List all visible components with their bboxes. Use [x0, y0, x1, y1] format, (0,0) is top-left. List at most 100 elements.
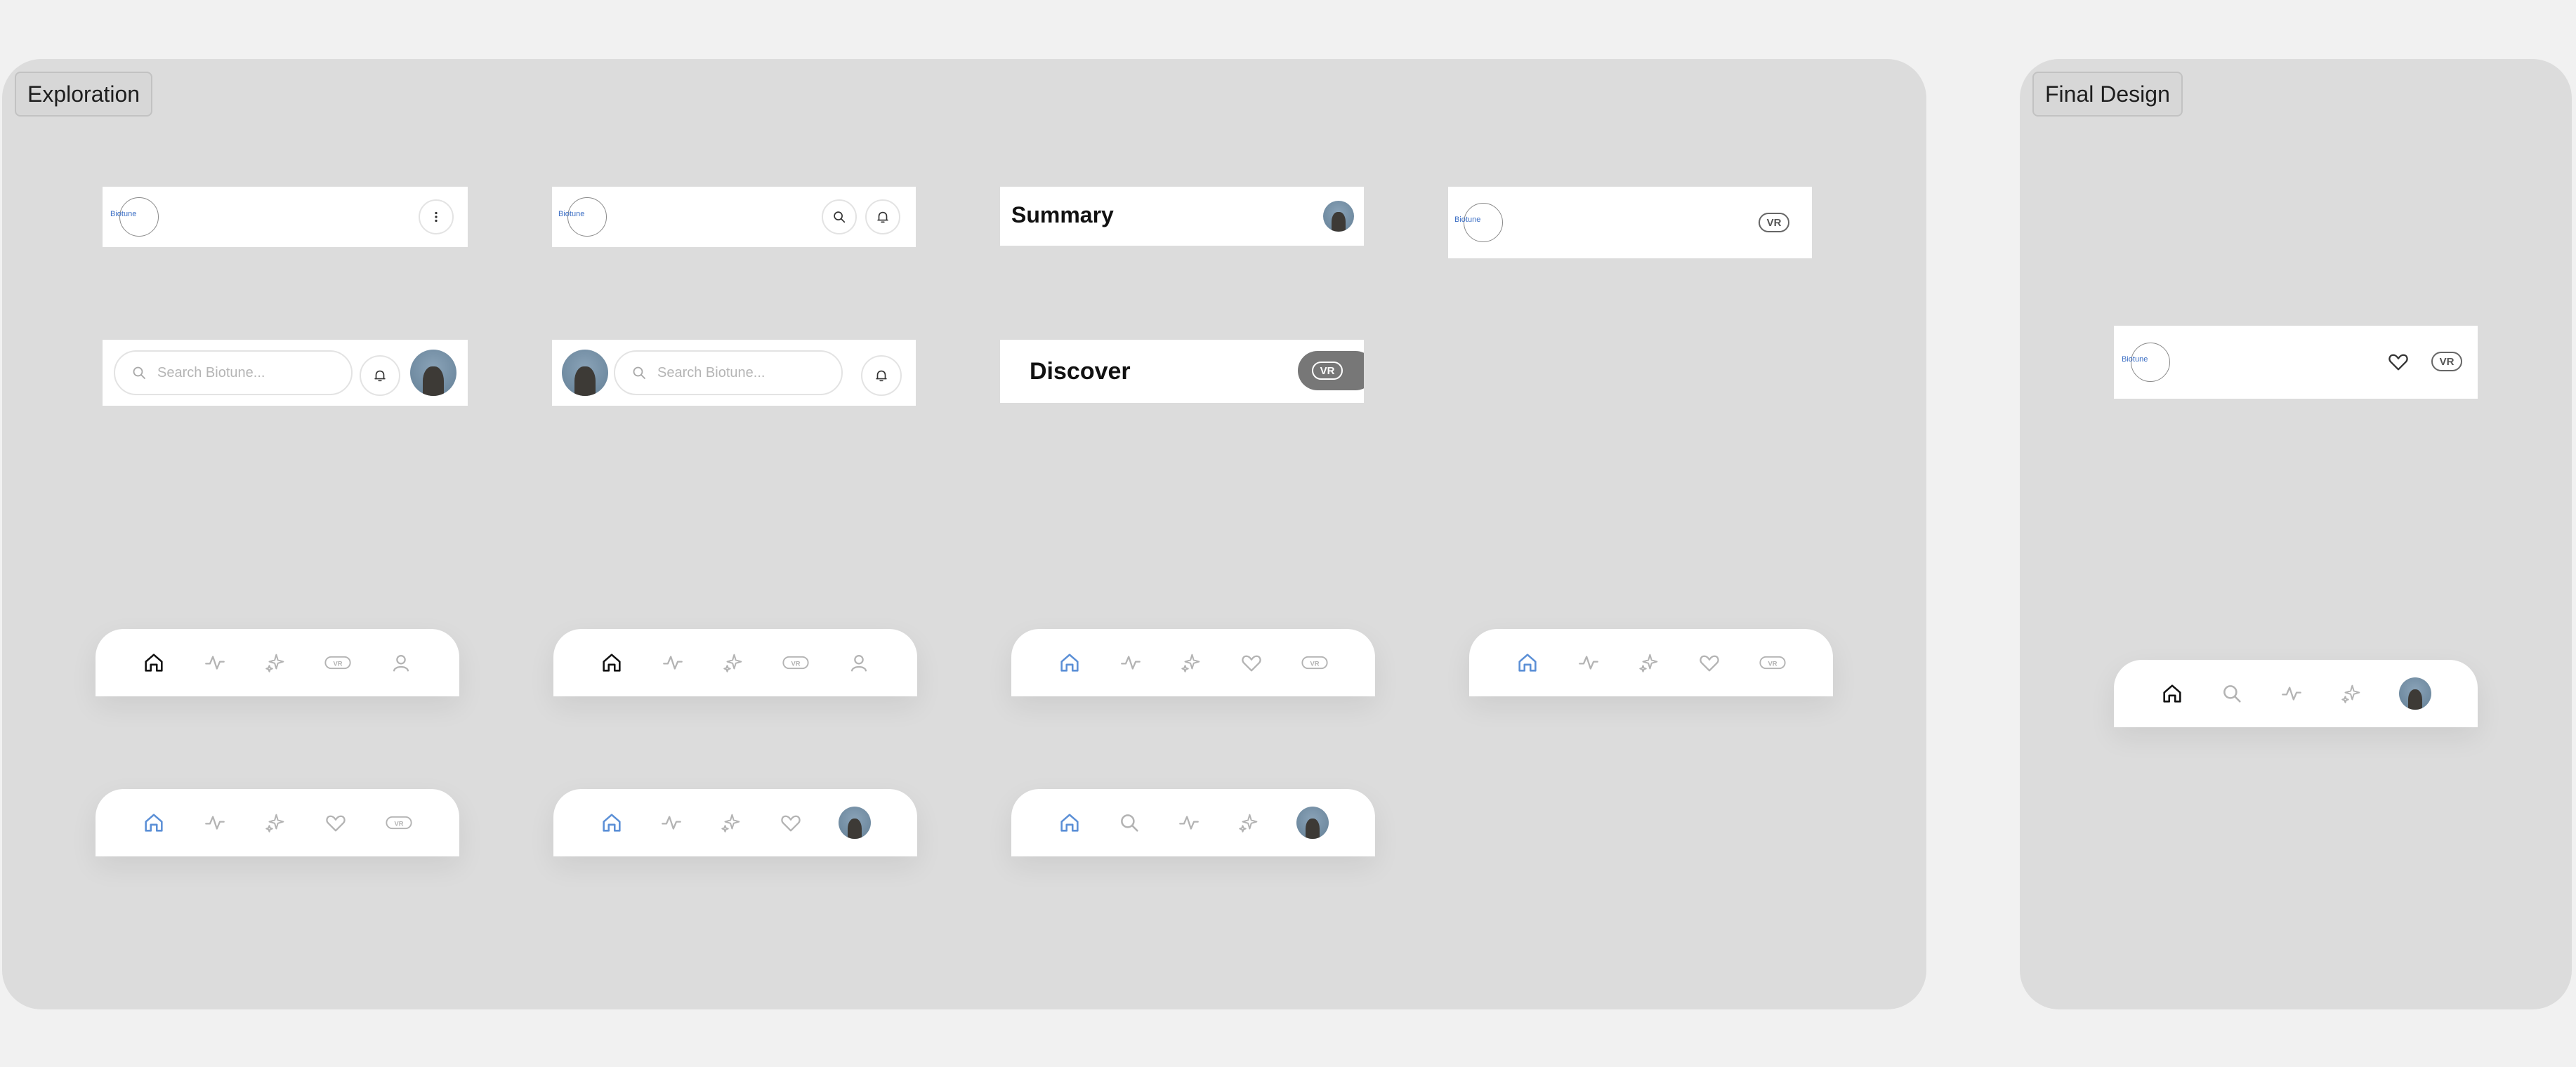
heart-icon	[779, 811, 803, 835]
nav-item-home[interactable]	[142, 811, 166, 835]
bottom-nav-variant-2	[553, 629, 917, 696]
nav-item-activity[interactable]	[1177, 811, 1201, 835]
vr-badge[interactable]: VR	[1759, 213, 1789, 232]
activity-icon	[1177, 811, 1201, 835]
search-icon	[131, 364, 147, 381]
nav-item-home[interactable]	[2160, 682, 2184, 705]
header-variant-logo-more: Biotune	[103, 187, 468, 247]
nav-item-activity[interactable]	[2280, 682, 2304, 705]
avatar[interactable]	[1323, 201, 1354, 232]
nav-item-profile[interactable]	[1296, 807, 1329, 839]
nav-item-favorites[interactable]	[1697, 651, 1721, 675]
nav-item-sparkle[interactable]	[1179, 651, 1203, 675]
search-input[interactable]	[156, 364, 299, 382]
nav-item-sparkle[interactable]	[263, 651, 287, 675]
bell-icon	[875, 209, 891, 225]
sparkle-icon	[719, 811, 743, 835]
favorites-button[interactable]	[2386, 350, 2410, 373]
search-icon	[832, 209, 847, 225]
logo-text: Biotune	[110, 210, 137, 218]
activity-icon	[1577, 651, 1601, 675]
nav-item-home[interactable]	[1058, 811, 1082, 835]
nav-item-home[interactable]	[1516, 651, 1539, 675]
nav-item-vr[interactable]	[782, 651, 810, 675]
vr-badge[interactable]: VR	[2431, 352, 2462, 371]
nav-item-favorites[interactable]	[779, 811, 803, 835]
nav-item-sparkle[interactable]	[719, 811, 743, 835]
bottom-nav-variant-1	[96, 629, 459, 696]
logo-text: Biotune	[2122, 355, 2148, 364]
nav-item-sparkle[interactable]	[1237, 811, 1261, 835]
bell-icon	[372, 368, 388, 383]
heart-icon	[324, 811, 348, 835]
nav-item-home[interactable]	[1058, 651, 1082, 675]
logo-text: Biotune	[558, 210, 585, 218]
nav-item-search[interactable]	[2220, 682, 2244, 705]
section-label-final-design: Final Design	[2032, 72, 2183, 117]
sparkle-icon	[263, 811, 287, 835]
sparkle-icon	[1237, 811, 1261, 835]
nav-item-home[interactable]	[600, 811, 624, 835]
nav-item-sparkle[interactable]	[263, 811, 287, 835]
notifications-button[interactable]	[865, 199, 900, 234]
profile-icon	[847, 651, 871, 675]
bell-icon	[874, 368, 889, 383]
nav-item-vr[interactable]	[1759, 651, 1787, 675]
nav-item-search[interactable]	[1117, 811, 1141, 835]
nav-item-activity[interactable]	[1577, 651, 1601, 675]
avatar[interactable]	[562, 350, 608, 396]
nav-item-activity[interactable]	[203, 811, 227, 835]
nav-item-sparkle[interactable]	[2339, 682, 2363, 705]
nav-item-profile[interactable]	[839, 807, 872, 839]
vr-icon	[385, 811, 413, 835]
activity-icon	[661, 651, 685, 675]
search-field[interactable]	[614, 350, 843, 395]
search-button[interactable]	[822, 199, 857, 234]
notifications-button[interactable]	[360, 355, 400, 396]
nav-item-sparkle[interactable]	[1637, 651, 1661, 675]
nav-item-vr[interactable]	[324, 651, 352, 675]
avatar[interactable]	[410, 350, 456, 396]
sparkle-icon	[721, 651, 745, 675]
nav-item-home[interactable]	[600, 651, 624, 675]
nav-item-sparkle[interactable]	[721, 651, 745, 675]
search-icon	[2220, 682, 2244, 705]
notifications-button[interactable]	[861, 355, 902, 396]
bottom-nav-variant-5	[96, 789, 459, 856]
final-bottom-nav	[2114, 660, 2478, 727]
nav-item-profile[interactable]	[2399, 677, 2432, 710]
vr-icon	[1759, 651, 1787, 675]
activity-icon	[203, 811, 227, 835]
search-input[interactable]	[656, 364, 799, 382]
profile-icon	[389, 651, 413, 675]
nav-item-profile[interactable]	[389, 651, 413, 675]
vr-pill-button[interactable]: VR	[1298, 351, 1364, 390]
header-variant-search-bell-avatar	[103, 340, 468, 406]
sparkle-icon	[263, 651, 287, 675]
biotune-logo[interactable]: Biotune	[558, 197, 607, 237]
nav-item-vr[interactable]	[1301, 651, 1329, 675]
more-icon	[428, 209, 444, 225]
nav-item-profile[interactable]	[847, 651, 871, 675]
more-button[interactable]	[419, 199, 454, 234]
nav-item-activity[interactable]	[659, 811, 683, 835]
nav-item-favorites[interactable]	[324, 811, 348, 835]
nav-item-activity[interactable]	[203, 651, 227, 675]
home-icon	[142, 811, 166, 835]
header-variant-discover: Discover VR	[1000, 340, 1364, 403]
nav-item-activity[interactable]	[661, 651, 685, 675]
nav-item-vr[interactable]	[385, 811, 413, 835]
biotune-logo[interactable]: Biotune	[110, 197, 159, 237]
nav-item-activity[interactable]	[1119, 651, 1143, 675]
biotune-logo[interactable]: Biotune	[1454, 203, 1503, 242]
nav-item-favorites[interactable]	[1240, 651, 1263, 675]
header-variant-logo-vr: Biotune VR	[1448, 187, 1812, 258]
final-design-section: Final Design	[2020, 59, 2572, 1009]
search-field[interactable]	[114, 350, 353, 395]
search-icon	[1117, 811, 1141, 835]
sparkle-icon	[2339, 682, 2363, 705]
nav-item-home[interactable]	[142, 651, 166, 675]
home-icon	[600, 811, 624, 835]
biotune-logo[interactable]: Biotune	[2122, 343, 2170, 382]
header-variant-avatar-search-bell	[552, 340, 916, 406]
